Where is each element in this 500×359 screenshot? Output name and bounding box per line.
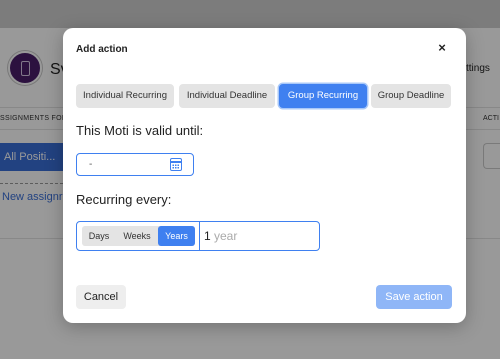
tab-group-recurring[interactable]: Group Recurring (279, 84, 367, 108)
valid-until-label: This Moti is valid until: (76, 123, 204, 138)
date-value: - (89, 159, 93, 170)
divider (199, 222, 200, 250)
add-action-modal: Add action × Individual Recurring Indivi… (63, 28, 466, 323)
calendar-icon[interactable] (170, 158, 182, 171)
modal-title: Add action (76, 44, 128, 55)
valid-until-date-input[interactable]: - (76, 153, 194, 176)
save-action-button[interactable]: Save action (376, 285, 452, 309)
tab-group-deadline[interactable]: Group Deadline (371, 84, 451, 108)
close-icon[interactable]: × (435, 41, 449, 55)
recurring-count-input[interactable]: 1 (204, 229, 211, 243)
period-selector: Days Weeks Years (82, 226, 195, 246)
period-days-button[interactable]: Days (82, 226, 116, 246)
period-weeks-button[interactable]: Weeks (116, 226, 158, 246)
tab-individual-deadline[interactable]: Individual Deadline (179, 84, 275, 108)
recurring-unit-label: year (214, 229, 238, 243)
recurring-input-group: Days Weeks Years 1 year (76, 221, 320, 251)
period-years-button[interactable]: Years (158, 226, 195, 246)
cancel-button[interactable]: Cancel (76, 285, 126, 309)
tab-individual-recurring[interactable]: Individual Recurring (76, 84, 174, 108)
recurring-label: Recurring every: (76, 192, 172, 207)
